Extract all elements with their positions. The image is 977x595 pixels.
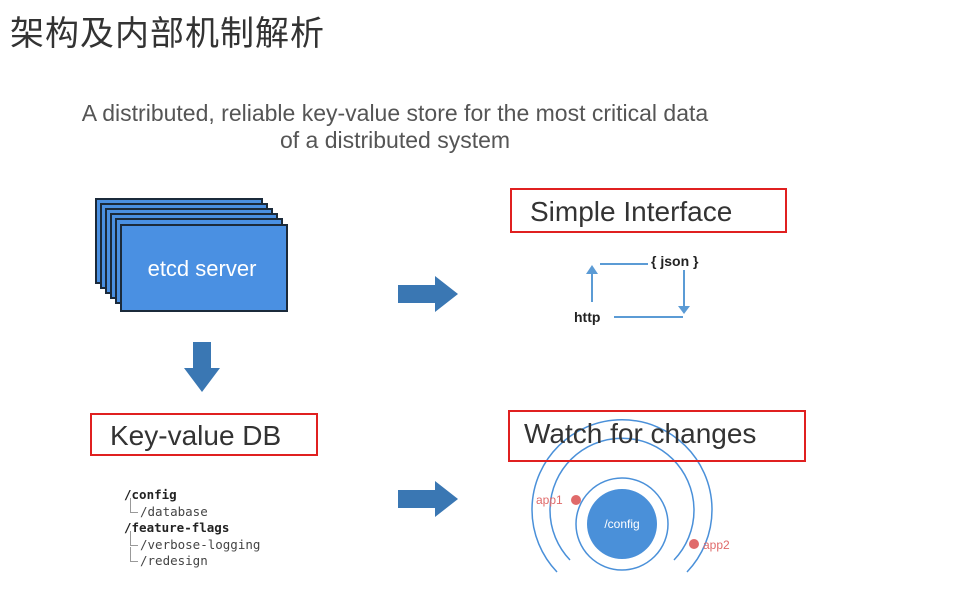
http-label: http xyxy=(574,309,600,325)
tree-item-feature-flags: /feature-flags xyxy=(124,520,230,535)
http-json-loop xyxy=(591,263,685,318)
loop-arrowhead-right xyxy=(678,306,690,314)
key-value-db-label: Key-value DB xyxy=(110,420,282,451)
watch-for-changes-label: Watch for changes xyxy=(524,418,757,449)
app2-dot xyxy=(689,539,699,549)
arrow-down xyxy=(184,342,220,392)
app1-dot xyxy=(571,495,581,505)
tree-item-redesign: /redesign xyxy=(124,547,260,570)
arrow-right-top xyxy=(398,276,458,312)
key-value-db-box: Key-value DB xyxy=(90,413,318,456)
json-label: { json } xyxy=(651,253,699,269)
tree-item-database: /database xyxy=(124,497,260,521)
loop-arrowhead-left xyxy=(586,265,598,274)
config-center-label: /config xyxy=(604,517,639,531)
key-value-tree: /config /database /feature-flags /verbos… xyxy=(124,487,260,570)
arrow-right-bottom xyxy=(398,481,458,517)
tree-item-config: /config xyxy=(124,487,177,502)
tree-item-verbose-logging: /verbose-logging xyxy=(124,530,260,554)
simple-interface-box: Simple Interface xyxy=(510,188,787,233)
watch-for-changes-box: Watch for changes xyxy=(508,410,806,462)
app1-label: app1 xyxy=(536,493,563,507)
app2-label: app2 xyxy=(703,538,730,552)
simple-interface-label: Simple Interface xyxy=(530,196,733,227)
